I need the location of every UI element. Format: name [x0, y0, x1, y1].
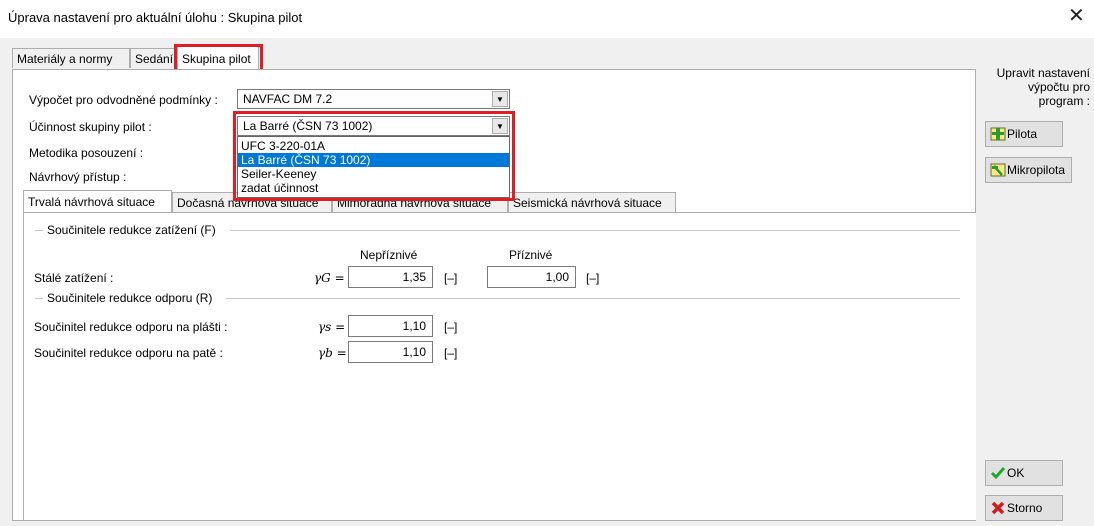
mikropilota-label: Mikropilota	[1007, 163, 1066, 177]
pilota-label: Pilota	[1007, 127, 1038, 141]
unit-label: [–]	[444, 346, 458, 360]
tab-label: Trvalá návrhová situace	[28, 195, 155, 209]
checkmark-icon	[990, 467, 1006, 480]
method-label: Metodika posouzení :	[29, 146, 144, 160]
calc-method-select[interactable]: NAVFAC DM 7.2 ▼	[237, 89, 510, 109]
load-group-title: Součinitele redukce zatížení (F)	[47, 223, 216, 237]
title-bar: Úprava nastavení pro aktuální úlohu : Sk…	[0, 0, 1094, 38]
group-divider	[226, 298, 960, 299]
group-divider	[35, 230, 43, 231]
gamma-g-unfavourable-input[interactable]: 1,35	[348, 266, 433, 288]
window-title: Úprava nastavení pro aktuální úlohu : Sk…	[8, 10, 303, 25]
storno-button[interactable]: Storno	[985, 495, 1063, 521]
chevron-down-icon[interactable]: ▼	[492, 91, 508, 107]
calc-label: Výpočet pro odvodněné podmínky :	[29, 93, 218, 107]
close-icon[interactable]: ✕	[1068, 6, 1085, 26]
gamma-g-favourable-input[interactable]: 1,00	[487, 266, 576, 288]
gamma-s-input[interactable]: 1,10	[348, 315, 433, 337]
tab-sedani[interactable]: Sedání	[130, 48, 176, 68]
micropile-icon	[990, 163, 1006, 177]
tab-label: Materiály a normy	[17, 52, 113, 66]
ok-label: OK	[1007, 466, 1025, 480]
tab-trvala-situace[interactable]: Trvalá návrhová situace	[23, 190, 172, 213]
group-divider	[230, 230, 960, 231]
tab-label: Sedání	[135, 52, 174, 66]
shaft-resistance-label: Součinitel redukce odporu na plášti :	[34, 320, 228, 334]
gamma-b-symbol: γb =	[318, 346, 347, 360]
resistance-group-title: Součinitele redukce odporu (R)	[47, 291, 213, 305]
favourable-header: Příznivé	[509, 248, 553, 262]
gamma-b-input[interactable]: 1,10	[348, 341, 433, 363]
permanent-load-label: Stálé zatížení :	[34, 271, 114, 285]
cancel-x-icon	[991, 501, 1005, 515]
right-panel-caption: Upravit nastavení výpočtu pro program :	[996, 66, 1090, 108]
pile-icon	[990, 127, 1006, 141]
unit-label: [–]	[444, 320, 458, 334]
approach-label: Návrhový přístup :	[29, 170, 127, 184]
unfavourable-header: Nepříznivé	[360, 248, 418, 262]
base-resistance-label: Součinitel redukce odporu na patě :	[34, 346, 223, 360]
unit-label: [–]	[586, 271, 600, 285]
situation-panel	[23, 212, 976, 521]
unit-label: [–]	[444, 271, 458, 285]
storno-label: Storno	[1007, 501, 1043, 515]
efficiency-label: Účinnost skupiny pilot :	[29, 120, 152, 134]
mikropilota-button[interactable]: Mikropilota	[985, 157, 1072, 183]
calc-method-value: NAVFAC DM 7.2	[243, 92, 333, 106]
gamma-s-symbol: γs =	[318, 320, 346, 334]
gamma-g-symbol: γG =	[314, 271, 345, 285]
ok-button[interactable]: OK	[985, 460, 1063, 486]
group-divider	[35, 298, 43, 299]
tab-seismicka-situace[interactable]: Seismická návrhová situace	[508, 192, 676, 212]
tab-materialy-a-normy[interactable]: Materiály a normy	[12, 48, 130, 68]
dropdown-highlight-frame	[233, 111, 515, 201]
pilota-button[interactable]: Pilota	[985, 121, 1063, 147]
tab-label: Seismická návrhová situace	[513, 196, 662, 210]
